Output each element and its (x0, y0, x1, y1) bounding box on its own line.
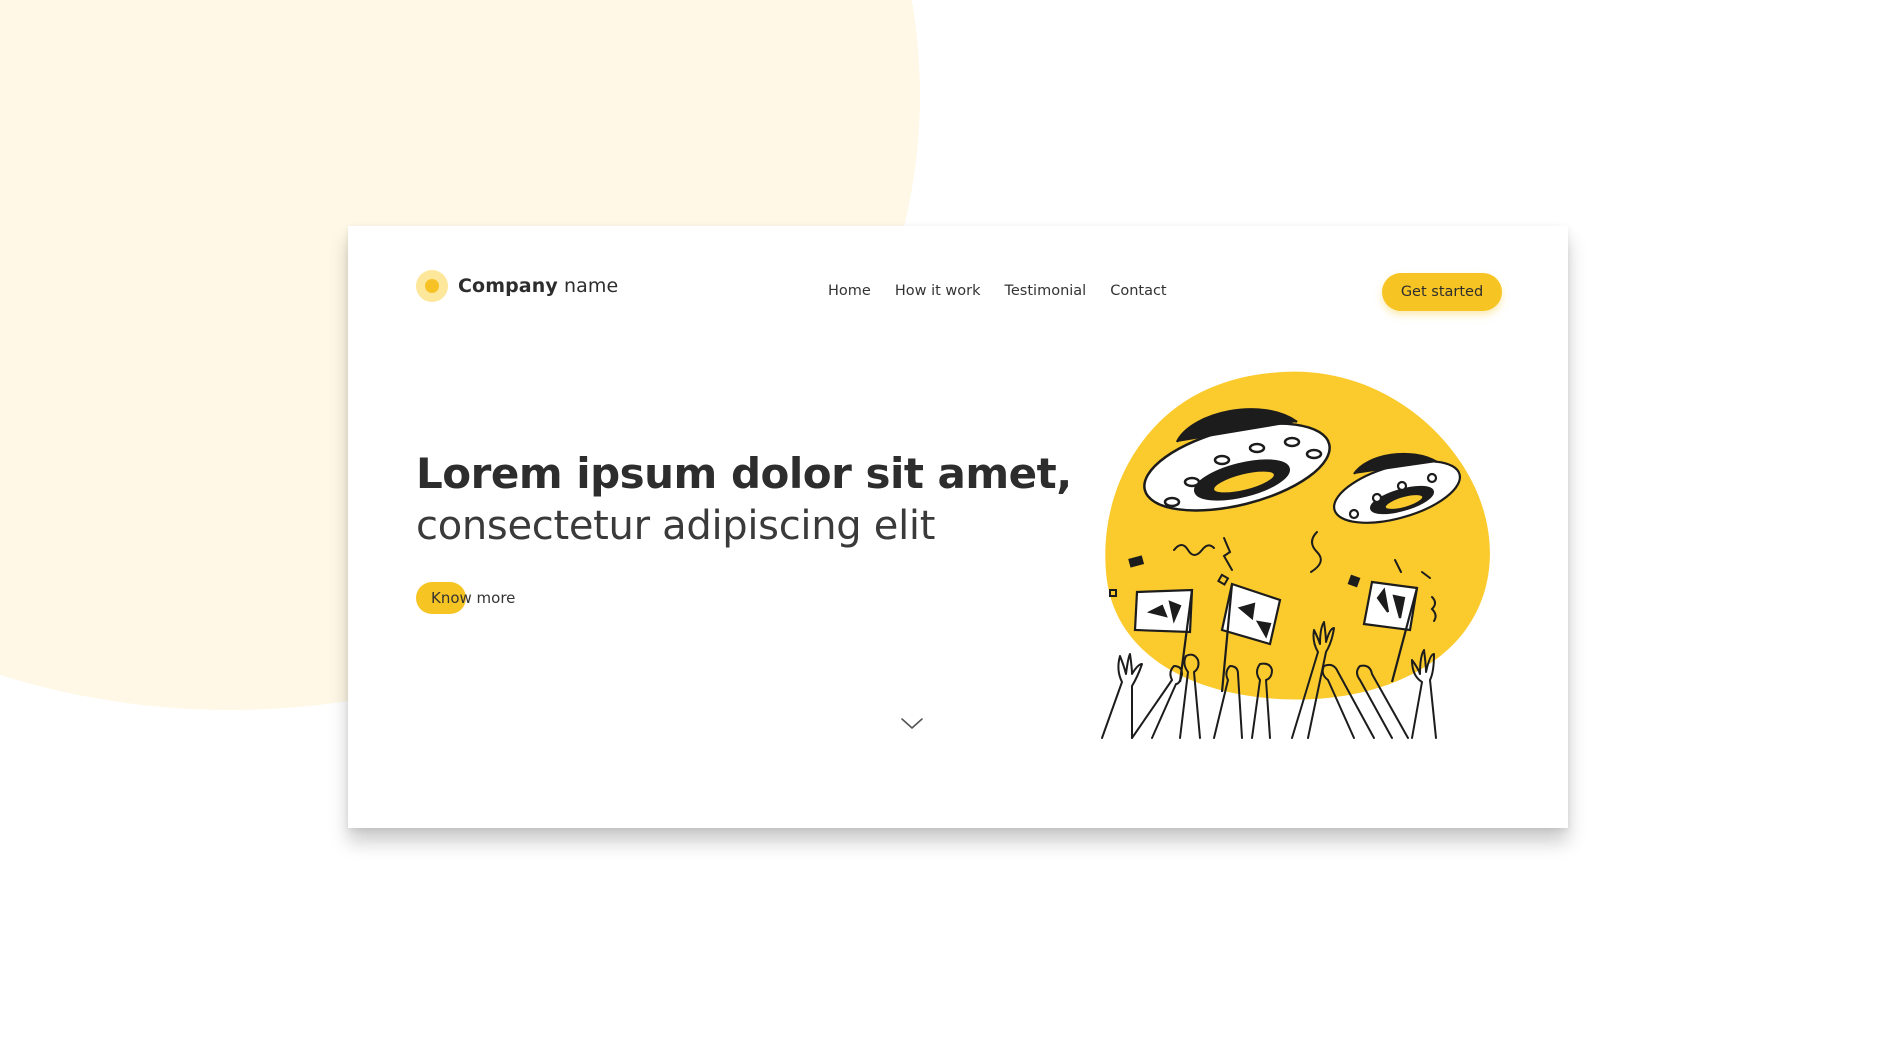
hero-title-line1: Lorem ipsum dolor sit amet, (416, 449, 1072, 498)
logo[interactable]: Company name (416, 270, 618, 302)
know-more-label: Know more (431, 589, 516, 607)
nav-item-home[interactable]: Home (828, 283, 871, 299)
hero-title-line2: consectetur adipiscing elit (416, 503, 936, 549)
landing-card: Company name Home How it work Testimonia… (348, 226, 1568, 828)
get-started-button[interactable]: Get started (1382, 273, 1502, 311)
hero-title: Lorem ipsum dolor sit amet, consectetur … (416, 448, 1072, 552)
nav-item-how-it-work[interactable]: How it work (895, 283, 981, 299)
company-name-bold: Company (458, 275, 558, 297)
logo-icon (416, 270, 448, 302)
know-more-button[interactable]: Know more (416, 582, 515, 614)
page-stage: Company name Home How it work Testimonia… (0, 0, 1900, 1048)
illustration-blob (1105, 371, 1490, 700)
chevron-down-icon[interactable] (900, 717, 924, 731)
ufo-crowd-illustration (1101, 371, 1490, 739)
main-nav: Home How it work Testimonial Contact (828, 283, 1167, 299)
company-name: Company name (458, 275, 618, 297)
nav-item-contact[interactable]: Contact (1110, 283, 1166, 299)
nav-item-testimonial[interactable]: Testimonial (1004, 283, 1086, 299)
company-name-rest: name (557, 275, 619, 297)
